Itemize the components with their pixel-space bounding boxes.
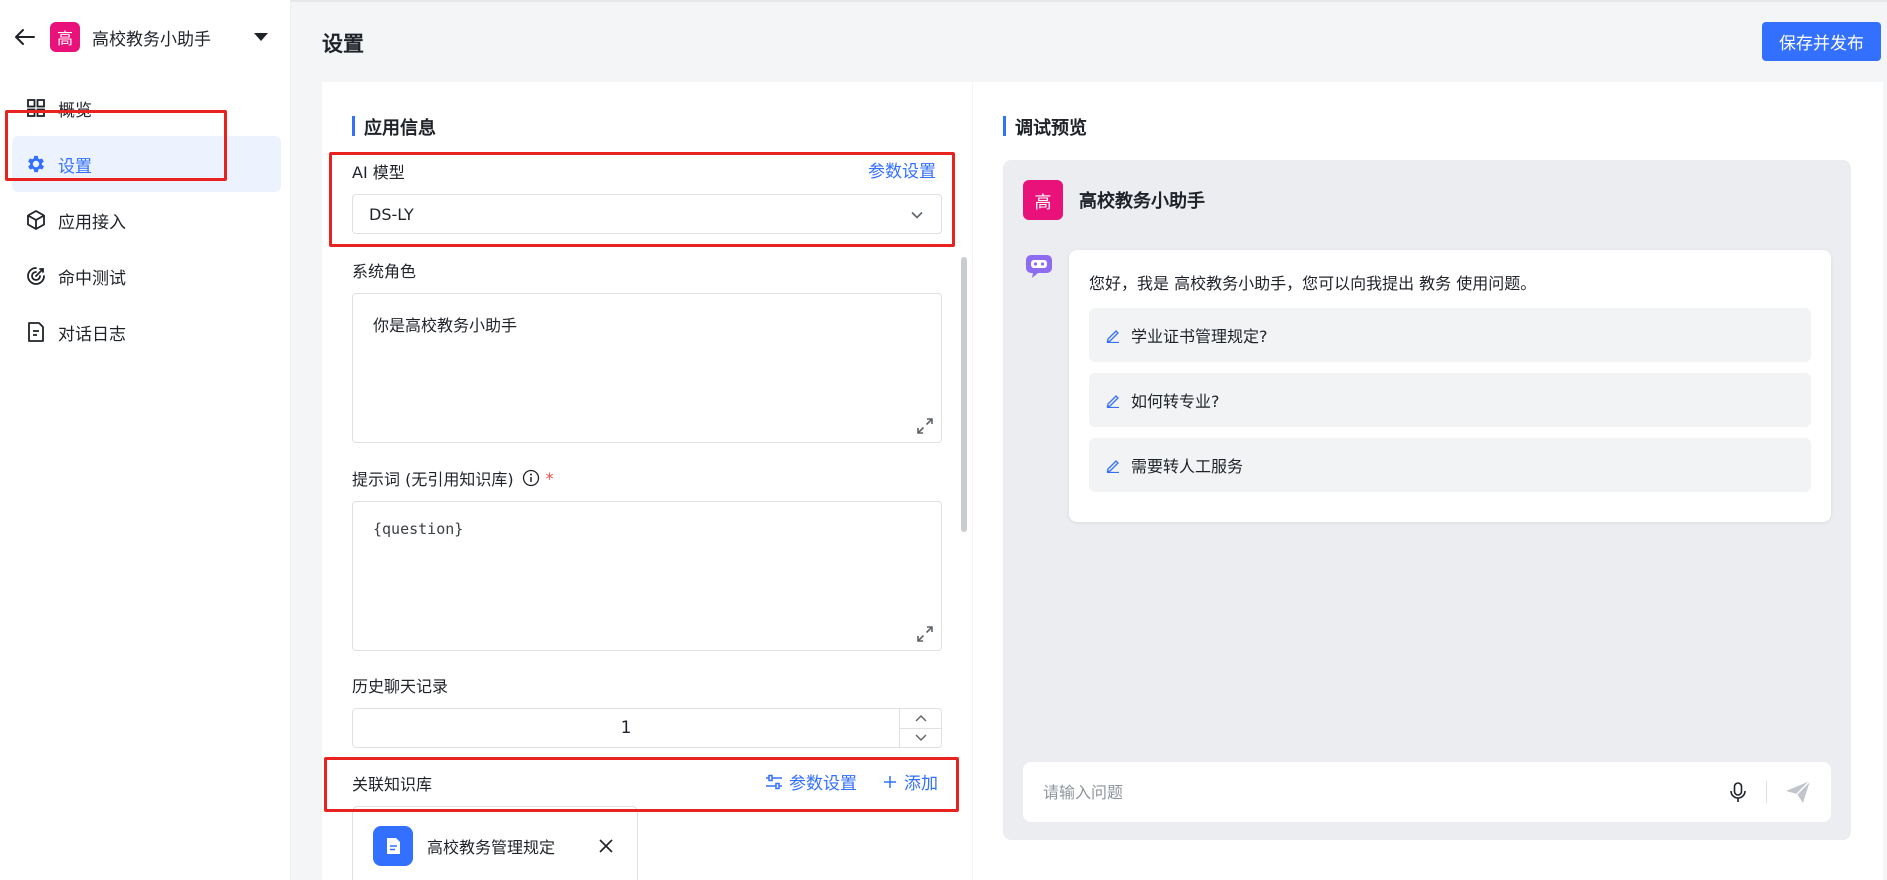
info-icon[interactable] [522, 469, 540, 487]
suggestion-item[interactable]: 如何转专业? [1089, 373, 1811, 427]
sidebar-item-hit-test[interactable]: 命中测试 [12, 248, 281, 304]
chat-area: 高 高校教务小助手 您好，我是 高校教务小助手，您可以向我提出 教务 使用问题。… [1003, 160, 1851, 840]
chat-input[interactable] [1043, 782, 1726, 802]
increment-chevron-up-icon[interactable] [900, 709, 941, 728]
page-title: 设置 [322, 32, 364, 56]
history-label: 历史聊天记录 [352, 677, 449, 696]
suggestion-text: 学业证书管理规定? [1131, 327, 1268, 346]
system-role-value: 你是高校教务小助手 [373, 316, 518, 335]
pen-icon [1106, 330, 1119, 343]
ai-model-value: DS-LY [369, 204, 414, 224]
sidebar-item-label: 对话日志 [58, 324, 126, 345]
sidebar: 高 高校教务小助手 概览 设置 应用接入 命中测试 对话日志 [0, 0, 291, 880]
prompt-label: 提示词 (无引用知识库) [352, 470, 514, 489]
expand-icon[interactable] [915, 416, 935, 436]
chat-header: 高 高校教务小助手 [1023, 180, 1205, 220]
suggestion-item[interactable]: 需要转人工服务 [1089, 438, 1811, 492]
chevron-down-icon [911, 211, 923, 219]
history-stepper[interactable]: 1 [352, 708, 942, 748]
ai-model-select[interactable]: DS-LY [352, 194, 942, 234]
kb-label: 关联知识库 [352, 775, 433, 794]
greeting-bubble: 您好，我是 高校教务小助手，您可以向我提出 教务 使用问题。 学业证书管理规定?… [1069, 250, 1831, 522]
kb-item-card[interactable]: 高校教务管理规定 [352, 806, 638, 880]
sidebar-item-label: 设置 [58, 156, 92, 177]
gear-icon [24, 152, 48, 176]
app-name: 高校教务小助手 [92, 29, 211, 50]
sidebar-item-app-access[interactable]: 应用接入 [12, 192, 281, 248]
chat-input-bar [1023, 762, 1831, 822]
pen-icon [1106, 460, 1119, 473]
section-title-app-info: 应用信息 [352, 114, 436, 140]
section-title-preview: 调试预览 [1003, 114, 1087, 140]
suggestion-text: 需要转人工服务 [1131, 457, 1244, 476]
suggestion-text: 如何转专业? [1131, 392, 1220, 411]
send-icon[interactable] [1783, 777, 1813, 807]
app-root: 高 高校教务小助手 概览 设置 应用接入 命中测试 对话日志 设置 保存并发布 … [0, 0, 1887, 880]
kb-add-label: 添加 [904, 774, 938, 794]
caret-down-icon[interactable] [254, 33, 268, 41]
ai-model-label: AI 模型 [352, 163, 405, 182]
app-info-panel: 应用信息 AI 模型 参数设置 DS-LY 系统角色 你是高校教务小助手 提示词… [322, 82, 972, 880]
save-publish-button[interactable]: 保存并发布 [1762, 22, 1881, 61]
back-arrow-icon[interactable] [12, 24, 38, 50]
plus-icon [884, 775, 896, 788]
sidebar-nav: 概览 设置 应用接入 命中测试 对话日志 [12, 80, 281, 360]
sidebar-item-settings[interactable]: 设置 [12, 136, 281, 192]
target-icon [24, 264, 48, 288]
kb-document-icon [373, 826, 413, 866]
cube-icon [24, 208, 48, 232]
prompt-textarea[interactable]: {question} [352, 501, 942, 651]
sidebar-item-overview[interactable]: 概览 [12, 80, 281, 136]
bot-avatar: 高 [1023, 180, 1063, 220]
prompt-value: {question} [373, 520, 464, 538]
pen-icon [1106, 395, 1119, 408]
system-role-label: 系统角色 [352, 262, 417, 281]
bot-name: 高校教务小助手 [1079, 191, 1205, 212]
sliders-icon [766, 774, 782, 789]
sidebar-item-label: 命中测试 [58, 268, 126, 289]
kb-item-name: 高校教务管理规定 [427, 838, 556, 857]
app-avatar: 高 [50, 22, 80, 52]
system-role-textarea[interactable]: 你是高校教务小助手 [352, 293, 942, 443]
close-icon[interactable] [597, 837, 615, 855]
microphone-icon[interactable] [1726, 780, 1750, 804]
kb-param-link[interactable]: 参数设置 [765, 769, 857, 794]
ai-model-param-link[interactable]: 参数设置 [868, 157, 936, 182]
history-value[interactable]: 1 [353, 709, 899, 747]
divider [1766, 781, 1767, 803]
grid-icon [24, 96, 48, 120]
kb-param-label: 参数设置 [789, 774, 857, 794]
prompt-label-row: 提示词 (无引用知识库) * [352, 466, 554, 490]
greeting-text: 您好，我是 高校教务小助手，您可以向我提出 教务 使用问题。 [1089, 274, 1537, 293]
suggestion-item[interactable]: 学业证书管理规定? [1089, 308, 1811, 362]
sidebar-item-label: 应用接入 [58, 212, 126, 233]
decrement-chevron-down-icon[interactable] [900, 727, 941, 748]
expand-icon[interactable] [915, 624, 935, 644]
robot-icon [1026, 255, 1052, 278]
sidebar-item-label: 概览 [58, 100, 92, 121]
required-mark: * [545, 468, 554, 488]
debug-preview-panel: 调试预览 高 高校教务小助手 您好，我是 高校教务小助手，您可以向我提出 教务 … [973, 82, 1883, 880]
sidebar-item-chat-log[interactable]: 对话日志 [12, 304, 281, 360]
app-switcher: 高 高校教务小助手 [12, 20, 272, 54]
stepper-controls [899, 709, 941, 747]
kb-add-link[interactable]: 添加 [882, 769, 938, 794]
document-icon [24, 320, 48, 344]
scrollbar[interactable] [961, 257, 967, 532]
